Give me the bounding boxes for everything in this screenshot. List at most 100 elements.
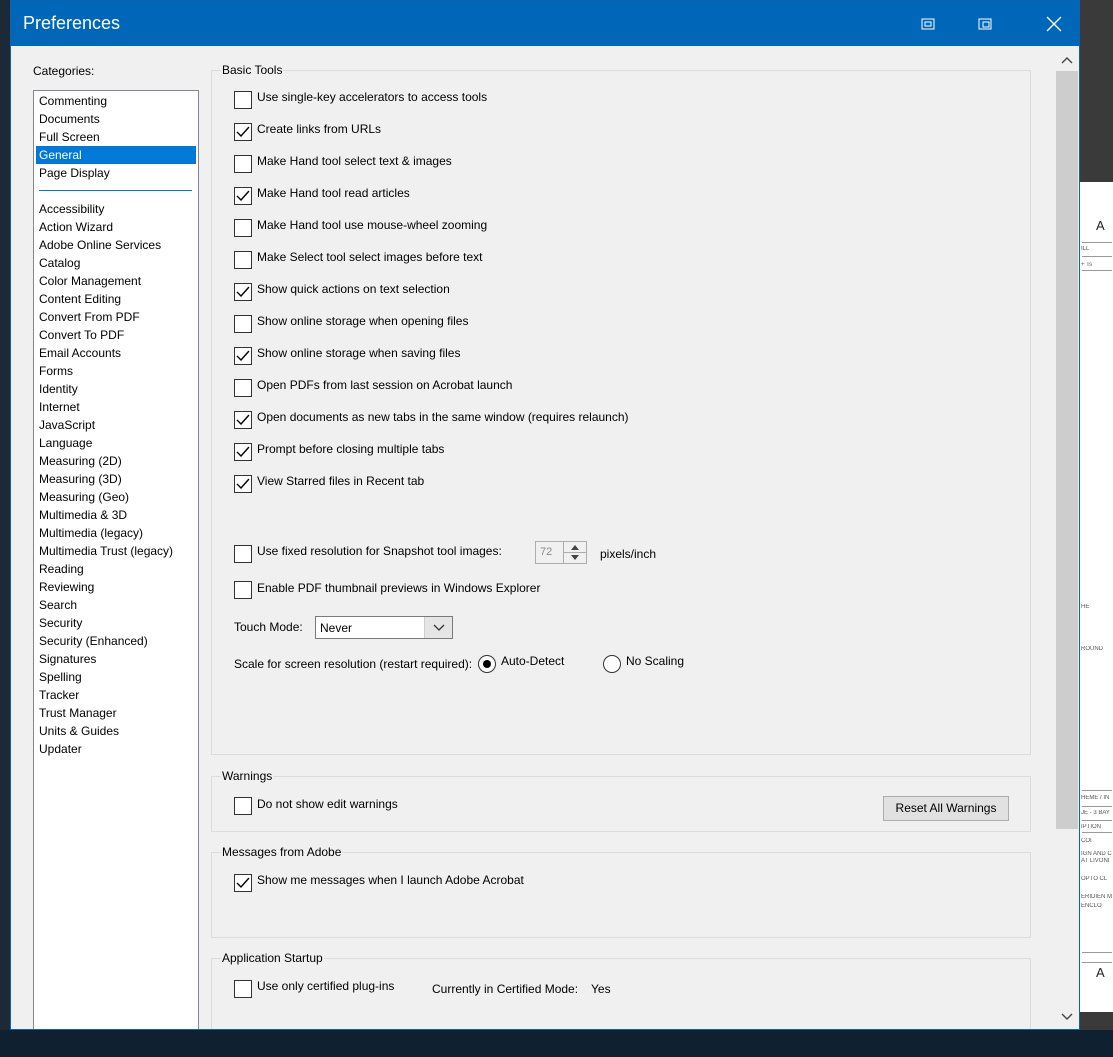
background-doc-rule (1082, 832, 1112, 833)
dialog-title: Preferences (23, 13, 121, 33)
category-item[interactable]: Multimedia (legacy) (36, 524, 196, 542)
category-item[interactable]: Multimedia & 3D (36, 506, 196, 524)
reset-all-warnings-button[interactable]: Reset All Warnings (883, 796, 1009, 821)
category-item[interactable]: Identity (36, 380, 196, 398)
close-button[interactable] (1031, 1, 1077, 46)
background-doc-rule (1082, 242, 1112, 243)
option-checkbox[interactable] (234, 443, 252, 461)
option-checkbox[interactable] (234, 123, 252, 141)
touch-mode-select[interactable]: Never (315, 616, 453, 639)
option-label: Open PDFs from last session on Acrobat l… (257, 378, 513, 392)
background-doc-text: IPTION (1081, 824, 1102, 830)
option-label: Show online storage when saving files (257, 346, 461, 360)
category-item[interactable]: Reading (36, 560, 196, 578)
background-document (1080, 182, 1113, 1012)
restore-icon-button[interactable] (905, 1, 951, 46)
resolution-unit: pixels/inch (600, 547, 657, 561)
scale-auto-detect-label: Auto-Detect (501, 654, 565, 668)
category-item[interactable]: Full Screen (36, 128, 196, 146)
adobe-messages-checkbox[interactable] (234, 874, 252, 892)
category-item[interactable]: Updater (36, 740, 196, 758)
touch-mode-value: Never (320, 621, 353, 635)
category-item[interactable]: Internet (36, 398, 196, 416)
category-item[interactable]: Tracker (36, 686, 196, 704)
scale-label: Scale for screen resolution (restart req… (234, 657, 473, 671)
touch-mode-label: Touch Mode: (234, 620, 303, 634)
background-doc-letter: A (1096, 218, 1105, 233)
category-item[interactable]: Convert To PDF (36, 326, 196, 344)
category-item[interactable]: Action Wizard (36, 218, 196, 236)
option-checkbox[interactable] (234, 347, 252, 365)
thumbnail-previews-checkbox[interactable] (234, 581, 252, 599)
resolution-stepper[interactable]: 72 (535, 541, 587, 564)
category-item[interactable]: Reviewing (36, 578, 196, 596)
preferences-dialog: Preferences Categories: Commenting Docume… (10, 0, 1080, 1030)
option-checkbox[interactable] (234, 315, 252, 333)
close-icon (1046, 16, 1062, 32)
snapshot-resolution-label: Use fixed resolution for Snapshot tool i… (257, 544, 502, 558)
vertical-scrollbar[interactable] (1054, 46, 1079, 1029)
category-item[interactable]: Measuring (3D) (36, 470, 196, 488)
scrollbar-thumb[interactable] (1056, 71, 1078, 829)
certified-plugins-checkbox[interactable] (234, 980, 252, 998)
category-item[interactable]: Signatures (36, 650, 196, 668)
option-checkbox[interactable] (234, 155, 252, 173)
option-checkbox[interactable] (234, 251, 252, 269)
category-item[interactable]: Page Display (36, 164, 196, 182)
snapshot-resolution-checkbox[interactable] (234, 545, 252, 563)
compact-icon-button[interactable] (962, 1, 1008, 46)
stepper-down-icon[interactable] (564, 552, 586, 562)
background-doc-text: OPTO CL (1081, 876, 1108, 882)
category-item[interactable]: JavaScript (36, 416, 196, 434)
category-item[interactable]: Measuring (2D) (36, 452, 196, 470)
option-label: Make Select tool select images before te… (257, 250, 483, 264)
edit-warnings-checkbox[interactable] (234, 797, 252, 815)
background-doc-rule (1082, 270, 1112, 271)
category-item[interactable]: Adobe Online Services (36, 236, 196, 254)
startup-title: Application Startup (221, 951, 324, 965)
category-item[interactable]: Catalog (36, 254, 196, 272)
category-item[interactable]: Email Accounts (36, 344, 196, 362)
background-doc-text: COI (1081, 838, 1092, 844)
category-item[interactable]: Multimedia Trust (legacy) (36, 542, 196, 560)
category-item[interactable]: General (36, 146, 196, 164)
scale-auto-detect-radio[interactable] (478, 655, 496, 673)
option-checkbox[interactable] (234, 219, 252, 237)
category-item[interactable]: Units & Guides (36, 722, 196, 740)
background-doc-rule (1082, 952, 1112, 953)
category-item[interactable]: Measuring (Geo) (36, 488, 196, 506)
background-doc-text: ROUND (1081, 646, 1103, 652)
category-item[interactable]: Accessibility (36, 200, 196, 218)
category-item[interactable]: Spelling (36, 668, 196, 686)
category-item[interactable]: Documents (36, 110, 196, 128)
messages-title: Messages from Adobe (221, 845, 343, 859)
category-item[interactable]: Convert From PDF (36, 308, 196, 326)
scroll-up-icon[interactable] (1054, 48, 1079, 72)
categories-list[interactable]: Commenting Documents Full Screen General Pag… (33, 90, 199, 1029)
category-item[interactable]: Language (36, 434, 196, 452)
option-checkbox[interactable] (234, 283, 252, 301)
category-item[interactable]: Security (36, 614, 196, 632)
categories-label: Categories: (33, 64, 95, 78)
category-item[interactable]: Commenting (36, 92, 196, 110)
category-item[interactable]: Security (Enhanced) (36, 632, 196, 650)
background-doc-rule (1082, 790, 1112, 791)
option-checkbox[interactable] (234, 91, 252, 109)
category-item[interactable]: Trust Manager (36, 704, 196, 722)
category-item[interactable]: Forms (36, 362, 196, 380)
category-item[interactable]: Search (36, 596, 196, 614)
scroll-down-icon[interactable] (1054, 1004, 1079, 1028)
category-item[interactable]: Content Editing (36, 290, 196, 308)
scale-no-scaling-label: No Scaling (626, 654, 685, 668)
scale-no-scaling-radio[interactable] (603, 655, 621, 673)
background-doc-text: ILL (1081, 246, 1090, 252)
background-doc-text: ENCLO (1081, 903, 1102, 909)
basic-tools-title: Basic Tools (221, 63, 284, 77)
option-checkbox[interactable] (234, 379, 252, 397)
background-doc-text: ERIDIEN M (1081, 894, 1113, 900)
category-item[interactable]: Color Management (36, 272, 196, 290)
option-checkbox[interactable] (234, 475, 252, 493)
option-label: Show quick actions on text selection (257, 282, 450, 296)
option-checkbox[interactable] (234, 411, 252, 429)
option-checkbox[interactable] (234, 187, 252, 205)
